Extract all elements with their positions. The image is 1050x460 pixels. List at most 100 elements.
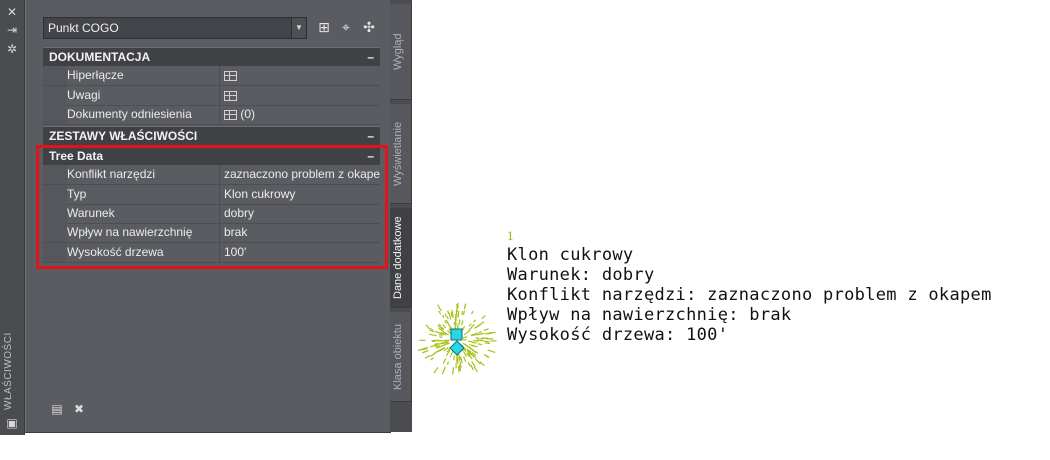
tree-stroke: [472, 342, 477, 343]
property-name: Uwagi: [67, 86, 219, 105]
tree-stroke: [439, 337, 442, 338]
collapse-icon[interactable]: –: [367, 127, 374, 145]
palette-title-strip: ✕ ⇥ ✲ WŁAŚCIWOŚCI ▣: [0, 0, 25, 435]
tree-stroke: [443, 359, 446, 364]
tree-stroke: [472, 361, 476, 366]
section-header-zestawy[interactable]: ZESTAWY WŁAŚCIWOŚCI –: [43, 126, 380, 145]
tree-stroke: [487, 333, 491, 334]
tree-stroke: [442, 367, 445, 374]
tab-wyglad[interactable]: Wygląd: [390, 4, 412, 100]
close-icon[interactable]: ✕: [5, 5, 19, 19]
tree-stroke: [464, 332, 468, 335]
tree-stroke: [429, 334, 437, 336]
tree-stroke: [443, 315, 445, 318]
table-icon: [224, 91, 237, 101]
delete-icon[interactable]: ✖: [72, 402, 86, 416]
tab-wyswietlanie[interactable]: Wyświetlanie: [390, 104, 412, 204]
highlight-annotation-box: [36, 145, 388, 269]
property-row[interactable]: Dokumenty odniesienia (0): [43, 105, 380, 125]
label-line-height: Wysokość drzewa: 100': [507, 325, 728, 345]
pick-objects-icon[interactable]: ⌖: [337, 18, 355, 36]
tree-stroke: [461, 357, 462, 363]
grip-square-icon[interactable]: [451, 329, 462, 340]
tree-stroke: [459, 320, 460, 325]
tree-stroke: [426, 325, 429, 326]
palette-tabs: Wygląd Wyświetlanie Dane dodatkowe Klasa…: [390, 0, 412, 432]
tree-stroke: [443, 325, 446, 328]
tab-dane-dodatkowe[interactable]: Dane dodatkowe: [390, 208, 412, 308]
property-value[interactable]: [219, 86, 380, 105]
quick-select-icon[interactable]: ✣: [360, 18, 378, 36]
tree-stroke: [482, 316, 486, 319]
tree-stroke: [431, 358, 434, 360]
tree-stroke: [469, 327, 472, 330]
properties-panel: Punkt COGO ▼ ⊞ ⌖ ✣ DOKUMENTACJA – Hiperł…: [25, 0, 391, 433]
palette-title: WŁAŚCIWOŚCI: [3, 330, 21, 410]
tree-stroke: [488, 350, 496, 352]
tree-stroke: [474, 351, 477, 353]
tree-stroke: [425, 355, 430, 358]
point-number: 1: [507, 230, 514, 243]
section-header-dokumentacja[interactable]: DOKUMENTACJA –: [43, 47, 380, 66]
tree-stroke: [453, 367, 454, 374]
chevron-down-icon[interactable]: ▼: [291, 18, 306, 38]
settings-icon[interactable]: ✲: [5, 42, 19, 56]
tree-stroke: [471, 311, 473, 314]
property-name: Hiperłącze: [67, 66, 219, 85]
tree-stroke: [464, 352, 467, 357]
property-row[interactable]: Hiperłącze: [43, 66, 380, 86]
row-gutter: [43, 66, 67, 85]
tree-stroke: [452, 310, 453, 318]
tree-stroke: [450, 352, 452, 357]
tree-stroke: [447, 362, 448, 365]
tree-stroke: [462, 320, 464, 325]
tree-stroke: [474, 320, 476, 322]
tree-stroke: [468, 341, 473, 342]
tree-stroke: [474, 367, 477, 372]
tree-stroke: [445, 314, 446, 317]
tab-klasa-obiektu[interactable]: Klasa obiektu: [390, 312, 412, 402]
tree-stroke: [430, 330, 435, 332]
tree-stroke: [422, 351, 428, 353]
tree-stroke: [437, 349, 443, 353]
row-gutter: [43, 86, 67, 105]
property-value[interactable]: (0): [219, 105, 380, 124]
property-name: Dokumenty odniesienia: [67, 105, 219, 124]
tab-label: Wyświetlanie: [392, 104, 410, 203]
tree-stroke: [459, 354, 460, 359]
collapse-icon[interactable]: –: [367, 48, 374, 66]
tree-stroke: [465, 304, 466, 308]
tree-stroke: [447, 316, 448, 319]
tab-label: Klasa obiektu: [392, 312, 410, 401]
tree-stroke: [463, 311, 464, 315]
table-icon: [224, 71, 237, 81]
tree-stroke: [438, 305, 442, 312]
object-type-dropdown[interactable]: Punkt COGO ▼: [43, 17, 307, 39]
label-line-type: Klon cukrowy: [507, 245, 633, 265]
tree-stroke: [454, 356, 455, 361]
property-row[interactable]: Uwagi: [43, 86, 380, 106]
label-line-surface-impact: Wpływ na nawierzchnię: brak: [507, 305, 791, 325]
property-value[interactable]: [219, 66, 380, 85]
object-type-value: Punkt COGO: [44, 21, 119, 35]
tree-stroke: [479, 333, 484, 334]
section-title: DOKUMENTACJA: [43, 50, 150, 64]
drawing-area[interactable]: 1 Klon cukrowy Warunek: dobry Konflikt n…: [412, 220, 1042, 420]
label-line-conflict: Konflikt narzędzi: zaznaczono problem z …: [507, 285, 992, 305]
tree-stroke: [471, 365, 474, 370]
label-line-condition: Warunek: dobry: [507, 265, 655, 285]
add-to-selection-icon[interactable]: ⊞: [315, 18, 333, 36]
tree-stroke: [462, 326, 464, 330]
new-folder-icon[interactable]: ▤: [50, 402, 64, 416]
tree-stroke: [462, 311, 463, 315]
auto-hide-icon[interactable]: ⇥: [5, 23, 19, 37]
tree-stroke: [468, 362, 470, 366]
section-title: ZESTAWY WŁAŚCIWOŚCI: [43, 129, 197, 143]
tree-stroke: [460, 367, 461, 372]
tree-stroke: [464, 357, 466, 362]
tree-stroke: [484, 329, 489, 331]
tree-stroke: [439, 311, 441, 315]
tree-stroke: [439, 335, 443, 336]
properties-icon[interactable]: ▣: [5, 416, 19, 430]
table-icon: [224, 110, 237, 120]
